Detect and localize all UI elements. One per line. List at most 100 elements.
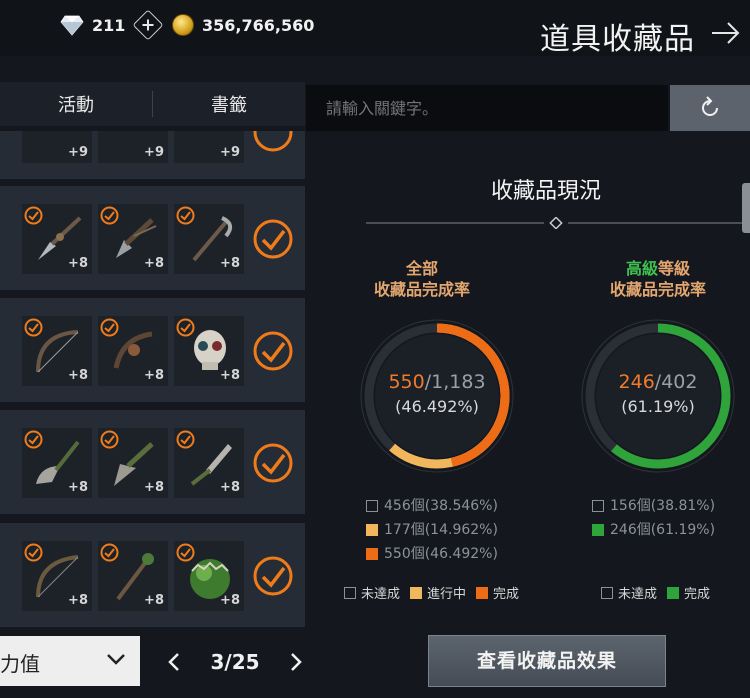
collection-item[interactable]: +8	[22, 204, 92, 274]
collection-list[interactable]: +9 +9 +9 +8 +8 +8 +8 +8 +8 +8 +8 +8 +8 +…	[0, 131, 305, 631]
stat-in-progress: 177個(14.962%)	[366, 518, 498, 542]
collection-status-panel: 收藏品現況 全部 收藏品完成率 550/1,183 (46.492%) 456個…	[306, 131, 750, 631]
advanced-percent: (61.19%)	[621, 397, 695, 416]
completed-check-icon	[253, 219, 293, 259]
check-icon	[24, 318, 43, 337]
check-icon	[176, 206, 195, 225]
collection-item[interactable]: +8	[98, 541, 168, 611]
legend-done-swatch	[667, 586, 680, 599]
in-progress-swatch	[366, 524, 378, 536]
collection-item[interactable]: +8	[98, 204, 168, 274]
item-enhance-level: +8	[220, 368, 240, 383]
advanced-completed-count: 246	[618, 371, 655, 393]
done-swatch	[592, 524, 604, 536]
collection-item[interactable]: +9	[98, 131, 168, 163]
item-enhance-level: +8	[144, 593, 164, 608]
collection-item[interactable]: +8	[22, 541, 92, 611]
prev-page-button[interactable]	[160, 648, 188, 676]
sort-label: 力值	[0, 652, 40, 676]
diamond-icon	[60, 15, 84, 36]
completed-check-icon	[253, 443, 293, 483]
done-swatch	[366, 548, 378, 560]
not-done-swatch	[592, 500, 604, 512]
legend-not-done-swatch	[601, 586, 613, 599]
legend-done-swatch	[476, 586, 489, 599]
chevron-down-icon	[107, 654, 125, 665]
check-icon	[100, 543, 119, 562]
side-panel-handle[interactable]	[742, 183, 750, 233]
item-enhance-level: +9	[144, 145, 164, 160]
all-completed-count: 550	[388, 371, 425, 393]
legend-done: 完成	[684, 587, 711, 602]
add-gems-icon[interactable]	[132, 9, 164, 41]
collection-item[interactable]: +8	[174, 541, 244, 611]
gold-currency: 356,766,560	[172, 14, 314, 36]
arrow-right-icon[interactable]	[710, 20, 742, 46]
stat-not-done: 156個(38.81%)	[592, 494, 715, 518]
legend-not-done-swatch	[344, 586, 356, 599]
all-stats: 456個(38.546%) 177個(14.962%) 550個(46.492%…	[366, 494, 498, 566]
item-enhance-level: +8	[68, 256, 88, 271]
collection-item[interactable]: +8	[98, 316, 168, 386]
completed-check-icon	[253, 331, 293, 371]
gold-count: 356,766,560	[202, 15, 315, 35]
next-page-button[interactable]	[282, 648, 310, 676]
chevron-right-icon	[291, 653, 302, 671]
tab-bookmark[interactable]: 書籤	[153, 91, 305, 117]
all-percent: (46.492%)	[395, 397, 479, 416]
item-enhance-level: +8	[144, 480, 164, 495]
collection-row[interactable]: +9 +9 +9	[0, 131, 305, 179]
tab-bar: 活動 書籤	[0, 82, 305, 126]
check-icon	[24, 206, 43, 225]
gem-count: 211	[92, 15, 126, 35]
advanced-total-count: /402	[654, 371, 698, 393]
check-icon	[176, 430, 195, 449]
collection-item[interactable]: +8	[174, 428, 244, 498]
collection-item[interactable]: +9	[174, 131, 244, 163]
collection-item[interactable]: +8	[174, 204, 244, 274]
all-collection-heading: 全部 收藏品完成率	[352, 258, 492, 300]
all-ring-label: 550/1,183 (46.492%)	[357, 371, 517, 416]
panel-title: 收藏品現況	[490, 179, 601, 204]
search-input[interactable]	[306, 85, 668, 131]
completed-check-icon	[253, 556, 293, 596]
not-done-swatch	[366, 500, 378, 512]
gem-currency: 211	[60, 9, 164, 41]
stat-done: 550個(46.492%)	[366, 542, 498, 566]
stat-text: 177個(14.962%)	[384, 522, 498, 538]
advanced-heading-line2: 收藏品完成率	[609, 280, 706, 299]
collection-row[interactable]: +8 +8 +8	[0, 298, 305, 402]
item-enhance-level: +8	[144, 256, 164, 271]
gold-coin-icon	[172, 14, 194, 36]
check-icon	[100, 430, 119, 449]
check-icon	[100, 318, 119, 337]
reset-search-button[interactable]	[670, 85, 750, 131]
check-icon	[24, 543, 43, 562]
collection-item[interactable]: +8	[98, 428, 168, 498]
stat-text: 246個(61.19%)	[610, 522, 716, 538]
sort-dropdown[interactable]: 力值	[0, 636, 140, 686]
legend-in-progress: 進行中	[427, 587, 467, 602]
advanced-collection-heading: 高級等級 收藏品完成率	[588, 258, 728, 300]
item-enhance-level: +8	[68, 368, 88, 383]
item-enhance-level: +8	[220, 256, 240, 271]
legend-done: 完成	[493, 587, 520, 602]
stat-not-done: 456個(38.546%)	[366, 494, 498, 518]
tab-activity[interactable]: 活動	[0, 91, 152, 117]
item-enhance-level: +8	[220, 593, 240, 608]
stat-text: 156個(38.81%)	[610, 498, 716, 514]
completed-check-icon	[253, 131, 293, 152]
grade-word: 等級	[658, 259, 691, 278]
collection-item[interactable]: +9	[22, 131, 92, 163]
view-collection-effect-button[interactable]: 查看收藏品效果	[428, 635, 666, 687]
stat-text: 550個(46.492%)	[384, 546, 498, 562]
collection-row[interactable]: +8 +8 +8	[0, 410, 305, 514]
collection-row[interactable]: +8 +8 +8	[0, 186, 305, 290]
item-enhance-level: +8	[220, 480, 240, 495]
collection-item[interactable]: +8	[22, 428, 92, 498]
check-icon	[100, 206, 119, 225]
collection-item[interactable]: +8	[174, 316, 244, 386]
advanced-grade-word: 高級	[625, 259, 658, 278]
collection-item[interactable]: +8	[22, 316, 92, 386]
collection-row[interactable]: +8 +8 +8	[0, 523, 305, 627]
